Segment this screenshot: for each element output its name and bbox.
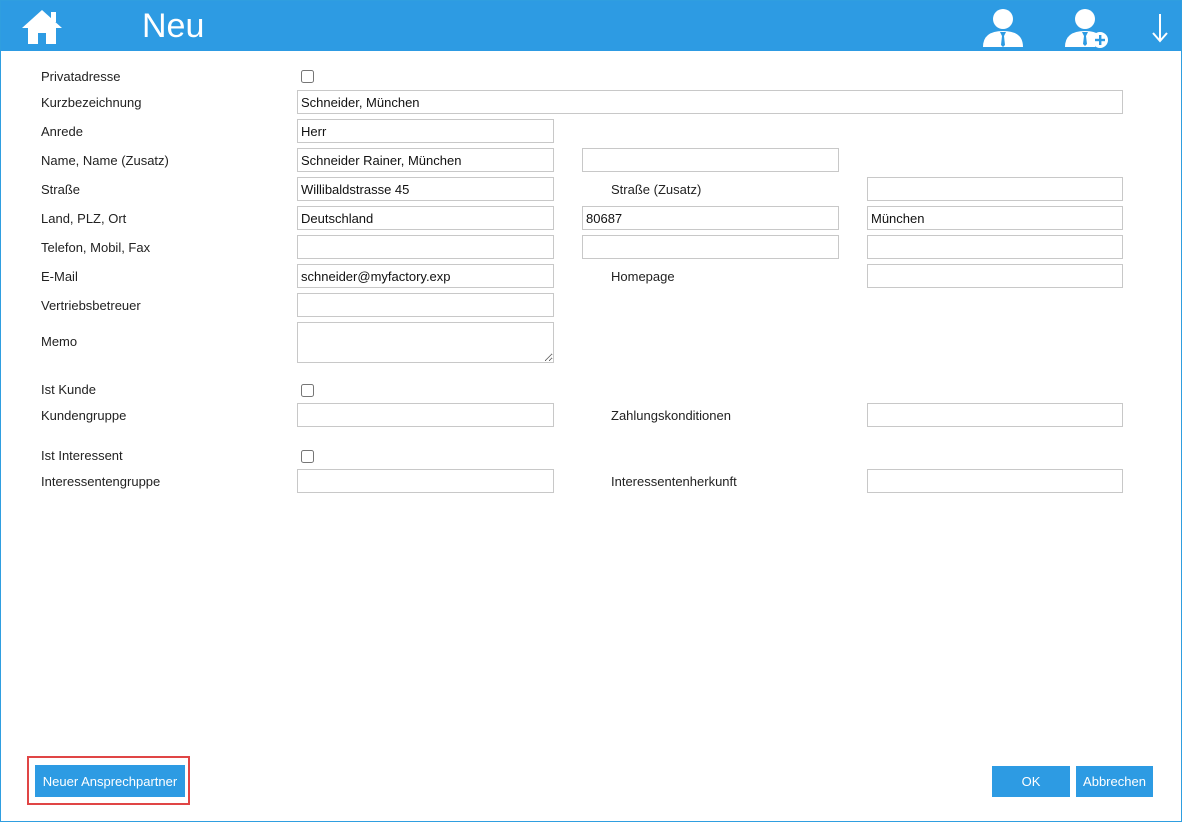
fax-input[interactable] — [867, 235, 1123, 259]
ist-kunde-label: Ist Kunde — [41, 382, 96, 397]
memo-label: Memo — [41, 334, 78, 349]
strasse-zusatz-input[interactable] — [867, 177, 1123, 201]
email-input[interactable] — [297, 264, 554, 288]
ort-input[interactable] — [867, 206, 1123, 230]
strasse-label: Straße — [41, 182, 81, 197]
email-label: E-Mail — [41, 269, 78, 284]
ist-kunde-checkbox[interactable] — [301, 384, 314, 397]
header-bar: Neu — [1, 1, 1181, 51]
name-label: Name, Name (Zusatz) — [41, 153, 169, 168]
add-contact-person-icon[interactable] — [1065, 7, 1111, 49]
homepage-input[interactable] — [867, 264, 1123, 288]
ist-interessent-label: Ist Interessent — [41, 448, 123, 463]
interessentengruppe-label: Interessentengruppe — [41, 474, 161, 489]
interessentengruppe-input[interactable] — [297, 469, 554, 493]
interessentenherkunft-input[interactable] — [867, 469, 1123, 493]
ok-button[interactable]: OK — [992, 766, 1070, 797]
ist-interessent-checkbox[interactable] — [301, 450, 314, 463]
telefon-label: Telefon, Mobil, Fax — [41, 240, 151, 255]
plz-input[interactable] — [582, 206, 839, 230]
strasse-input[interactable] — [297, 177, 554, 201]
telefon-input[interactable] — [297, 235, 554, 259]
privatadresse-checkbox[interactable] — [301, 70, 314, 83]
zahlungskonditionen-label: Zahlungskonditionen — [611, 408, 731, 423]
strasse-zusatz-label: Straße (Zusatz) — [611, 182, 702, 197]
name-input[interactable] — [297, 148, 554, 172]
anrede-input[interactable] — [297, 119, 554, 143]
kundengruppe-label: Kundengruppe — [41, 408, 127, 423]
home-icon[interactable] — [21, 8, 63, 46]
arrow-down-icon[interactable] — [1151, 13, 1169, 43]
dialog-window: Neu Privatadresse Kurzbezeichnung Anrede… — [0, 0, 1182, 822]
land-plz-ort-label: Land, PLZ, Ort — [41, 211, 127, 226]
cancel-button[interactable]: Abbrechen — [1076, 766, 1153, 797]
contact-person-icon[interactable] — [981, 7, 1025, 47]
page-title: Neu — [142, 7, 205, 45]
privatadresse-label: Privatadresse — [41, 69, 121, 84]
mobil-input[interactable] — [582, 235, 839, 259]
kurzbezeichnung-label: Kurzbezeichnung — [41, 95, 142, 110]
homepage-label: Homepage — [611, 269, 675, 284]
land-input[interactable] — [297, 206, 554, 230]
vertriebsbetreuer-label: Vertriebsbetreuer — [41, 298, 141, 313]
memo-textarea[interactable] — [297, 322, 554, 363]
zahlungskonditionen-input[interactable] — [867, 403, 1123, 427]
vertriebsbetreuer-input[interactable] — [297, 293, 554, 317]
interessentenherkunft-label: Interessentenherkunft — [611, 474, 737, 489]
kurzbezeichnung-input[interactable] — [297, 90, 1123, 114]
name-zusatz-input[interactable] — [582, 148, 839, 172]
new-contact-person-button[interactable]: Neuer Ansprechpartner — [35, 765, 185, 797]
kundengruppe-input[interactable] — [297, 403, 554, 427]
anrede-label: Anrede — [41, 124, 83, 139]
